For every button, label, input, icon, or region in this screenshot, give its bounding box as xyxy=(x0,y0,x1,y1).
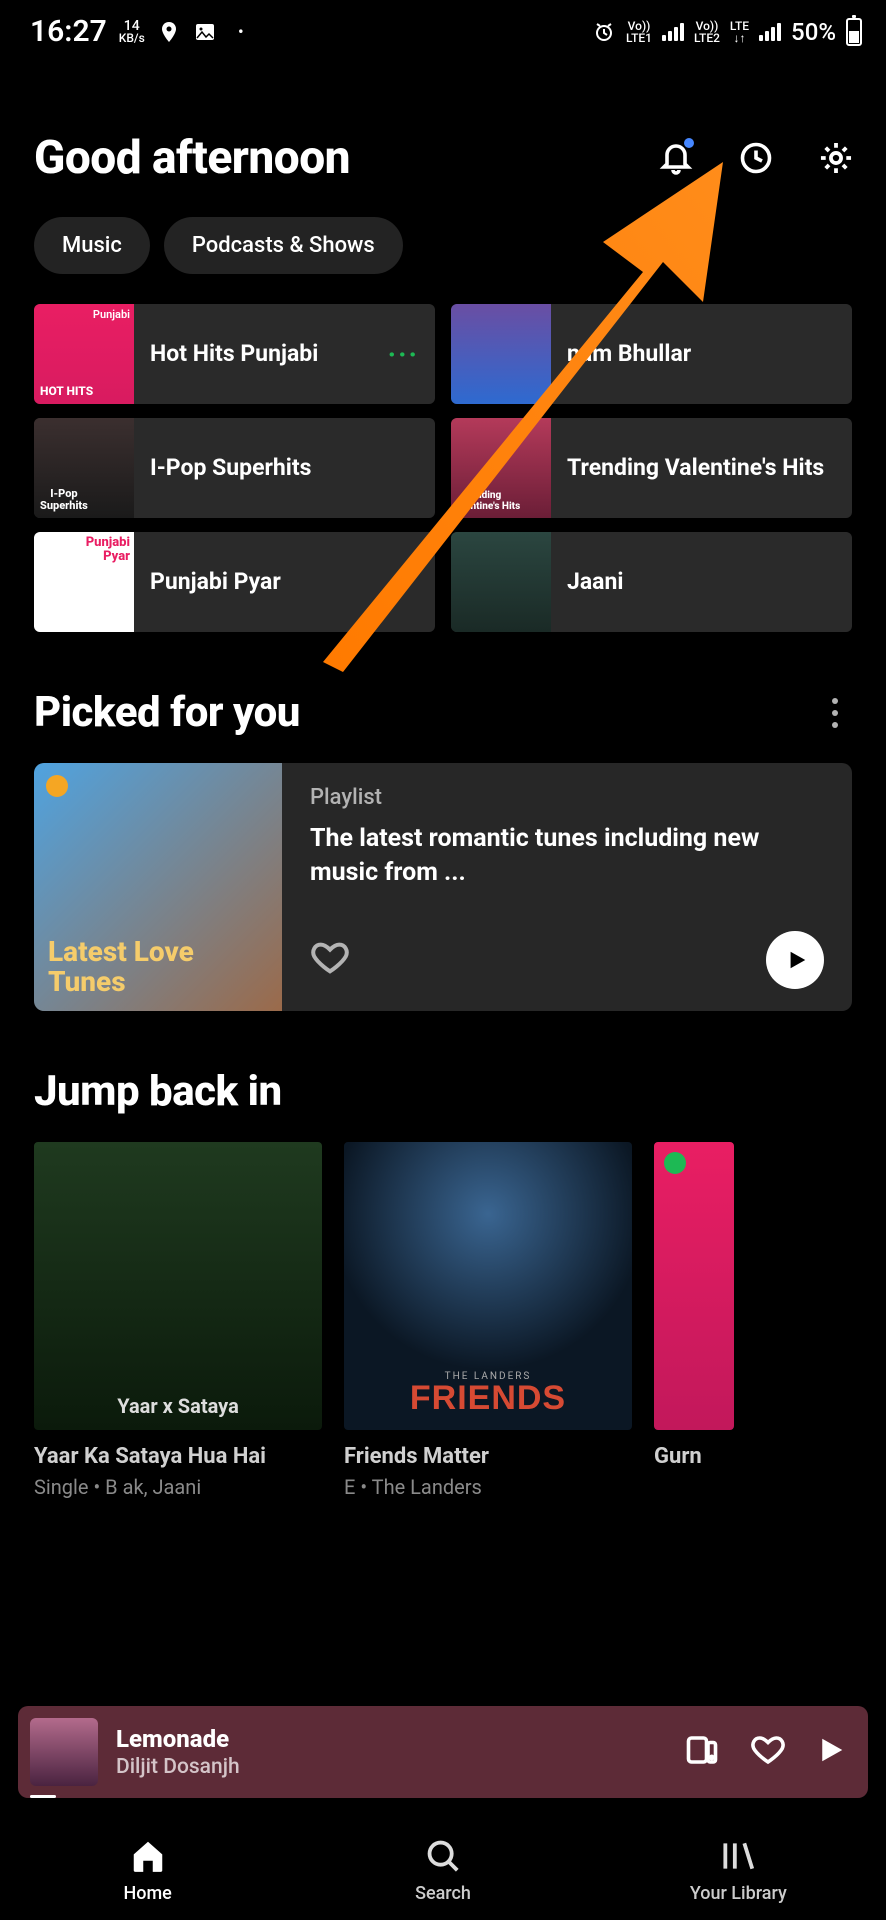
lte-indicator: LTE↓↑ xyxy=(730,20,749,44)
quick-label: I-Pop Superhits xyxy=(134,454,435,482)
jump-subtitle: Single • B ak, Jaani xyxy=(34,1475,322,1499)
section-title: Picked for you xyxy=(34,688,300,737)
quick-card[interactable]: I-Pop Superhits I-Pop Superhits xyxy=(34,418,435,518)
sim1-indicator: Vo))LTE1 xyxy=(626,20,652,44)
connect-device-button[interactable] xyxy=(684,1732,720,1772)
picked-card[interactable]: Latest Love Tunes Playlist The latest ro… xyxy=(34,763,852,1011)
network-speed: 14 KB/s xyxy=(119,20,145,44)
play-pause-button[interactable] xyxy=(816,1735,846,1769)
picked-section-header: Picked for you xyxy=(0,632,886,763)
jump-title: Yaar Ka Sataya Hua Hai xyxy=(34,1444,322,1469)
battery-percent: 50% xyxy=(791,18,836,46)
quick-card[interactable]: nam Bhullar xyxy=(451,304,852,404)
nav-library[interactable]: Your Library xyxy=(638,1837,838,1904)
gear-icon xyxy=(817,139,855,177)
picked-cover: Latest Love Tunes xyxy=(34,763,282,1011)
home-icon xyxy=(129,1837,167,1875)
status-clock: 16:27 xyxy=(30,14,107,49)
more-options-button[interactable] xyxy=(818,696,852,730)
jump-title: Friends Matter xyxy=(344,1444,632,1469)
jump-card[interactable]: Gurn xyxy=(654,1142,734,1499)
notification-dot xyxy=(684,138,694,148)
quick-card[interactable]: Jaani xyxy=(451,532,852,632)
quick-label: Hot Hits Punjabi xyxy=(134,340,388,368)
sim2-indicator: Vo))LTE2 xyxy=(694,20,720,44)
play-icon xyxy=(816,1735,846,1765)
jump-row[interactable]: Yaar x Sataya Yaar Ka Sataya Hua Hai Sin… xyxy=(0,1142,886,1499)
greeting-title: Good afternoon xyxy=(34,131,350,185)
quick-card[interactable]: nding alentine's Hits Trending Valentine… xyxy=(451,418,852,518)
now-playing-indicator-icon: ··· xyxy=(388,338,419,371)
quick-label: nam Bhullar xyxy=(551,340,852,368)
search-icon xyxy=(424,1837,462,1875)
quick-play-grid: HOT HITSPunjabi Hot Hits Punjabi ··· nam… xyxy=(0,304,886,632)
home-header: Good afternoon xyxy=(0,61,886,213)
quick-label: Trending Valentine's Hits xyxy=(551,454,852,482)
jump-section-header: Jump back in xyxy=(0,1011,886,1142)
chip-music[interactable]: Music xyxy=(34,217,150,274)
status-bar: 16:27 14 KB/s • Vo))LTE1 Vo))LTE2 xyxy=(0,0,886,61)
picked-type: Playlist xyxy=(310,785,824,810)
jump-card[interactable]: Yaar x Sataya Yaar Ka Sataya Hua Hai Sin… xyxy=(34,1142,322,1499)
quick-card[interactable]: Punjabi Pyar Punjabi Pyar xyxy=(34,532,435,632)
play-button[interactable] xyxy=(766,931,824,989)
now-playing-cover xyxy=(30,1718,98,1786)
chip-podcasts[interactable]: Podcasts & Shows xyxy=(164,217,403,274)
quick-label: Punjabi Pyar xyxy=(134,568,435,596)
recently-played-button[interactable] xyxy=(736,138,776,178)
signal-icon-2 xyxy=(759,23,781,41)
jump-card[interactable]: THE LANDERSFRIENDS Friends Matter E • Th… xyxy=(344,1142,632,1499)
quick-card[interactable]: HOT HITSPunjabi Hot Hits Punjabi ··· xyxy=(34,304,435,404)
now-playing-title: Lemonade xyxy=(116,1725,684,1753)
now-playing-artist: Diljit Dosanjh xyxy=(116,1755,684,1779)
jump-subtitle: E • The Landers xyxy=(344,1475,632,1499)
like-button[interactable] xyxy=(310,938,350,982)
section-title: Jump back in xyxy=(34,1067,282,1116)
quick-label: Jaani xyxy=(551,568,852,596)
signal-icon-1 xyxy=(662,23,684,41)
picked-description: The latest romantic tunes including new … xyxy=(310,822,824,890)
nav-search[interactable]: Search xyxy=(343,1837,543,1904)
settings-button[interactable] xyxy=(816,138,856,178)
jump-title: Gurn xyxy=(654,1444,734,1469)
nav-home[interactable]: Home xyxy=(48,1837,248,1904)
bottom-nav: Home Search Your Library xyxy=(0,1800,886,1920)
dot-icon: • xyxy=(229,20,253,44)
location-icon xyxy=(157,20,181,44)
spotify-badge-icon xyxy=(46,775,68,797)
battery-icon xyxy=(846,18,862,46)
library-icon xyxy=(719,1837,757,1875)
heart-icon xyxy=(310,938,350,978)
devices-icon xyxy=(684,1732,720,1768)
now-playing-bar[interactable]: Lemonade Diljit Dosanjh xyxy=(18,1706,868,1798)
clock-icon xyxy=(738,140,774,176)
progress-indicator xyxy=(30,1795,56,1798)
like-button[interactable] xyxy=(750,1732,786,1772)
heart-icon xyxy=(750,1732,786,1768)
image-icon xyxy=(193,20,217,44)
notifications-button[interactable] xyxy=(656,138,696,178)
play-icon xyxy=(786,949,808,971)
filter-chips: Music Podcasts & Shows xyxy=(0,213,886,304)
alarm-icon xyxy=(592,20,616,44)
